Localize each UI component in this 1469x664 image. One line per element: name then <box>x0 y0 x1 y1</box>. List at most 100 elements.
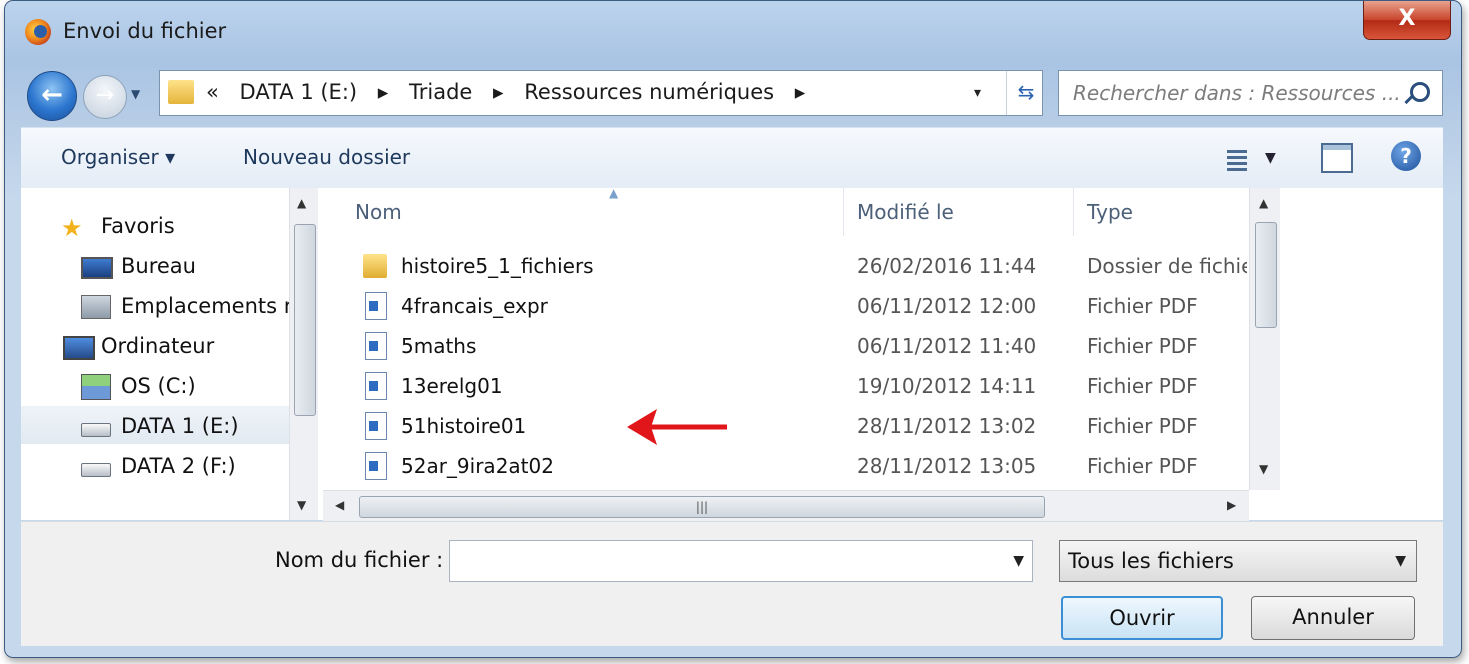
new-folder-button[interactable]: Nouveau dossier <box>243 145 410 169</box>
search-placeholder: Rechercher dans : Ressources ... <box>1073 81 1401 105</box>
scroll-right-arrow-icon[interactable]: ▶ <box>1227 498 1236 512</box>
column-header-label: Modifié le <box>857 200 954 224</box>
cancel-button[interactable]: Annuler <box>1251 596 1415 640</box>
document-icon <box>365 452 387 480</box>
column-header-label: Type <box>1087 200 1133 224</box>
address-dropdown[interactable]: ▾ <box>974 85 981 101</box>
search-icon[interactable] <box>1410 82 1430 102</box>
breadcrumb-triade[interactable]: Triade <box>409 80 472 104</box>
filetype-value: Tous les fichiers <box>1068 549 1234 573</box>
file-modified: 28/11/2012 13:02 <box>857 414 1037 438</box>
sidebar-scrollbar[interactable]: ▲ ▼ <box>289 188 318 520</box>
firefox-icon <box>25 19 51 45</box>
sidebar-item-data1[interactable]: DATA 1 (E:) <box>21 406 289 444</box>
sidebar-item-label: DATA 2 (F:) <box>121 454 236 478</box>
close-button[interactable]: X <box>1363 1 1451 40</box>
file-type: Fichier PDF <box>1087 334 1198 358</box>
sidebar-item-data2[interactable]: DATA 2 (F:) <box>21 446 289 484</box>
annotation-arrow-icon <box>627 409 727 445</box>
address-bar[interactable]: « DATA 1 (E:) ▸ Triade ▸ Ressources numé… <box>159 70 1043 116</box>
drive-icon <box>81 423 111 437</box>
file-row[interactable]: 5maths 06/11/2012 11:40 Fichier PDF <box>323 326 1249 366</box>
file-list-horizontal-scrollbar[interactable]: ◀ ||| ▶ <box>323 490 1249 521</box>
document-icon <box>365 412 387 440</box>
file-type: Fichier PDF <box>1087 454 1198 478</box>
sidebar-item-label: Ordinateur <box>101 334 215 358</box>
file-upload-dialog: Envoi du fichier X ← → ▼ « DATA 1 (E:) ▸… <box>4 0 1462 658</box>
command-toolbar: Organiser ▾ Nouveau dossier ▼ ? <box>21 127 1443 189</box>
file-modified: 06/11/2012 12:00 <box>857 294 1037 318</box>
desktop-icon <box>81 257 113 279</box>
file-row[interactable]: 4francais_expr 06/11/2012 12:00 Fichier … <box>323 286 1249 326</box>
breadcrumb-drive[interactable]: DATA 1 (E:) <box>240 80 358 104</box>
column-header-modified[interactable]: Modifié le <box>843 188 1074 236</box>
search-box[interactable]: Rechercher dans : Ressources ... <box>1058 70 1443 116</box>
file-type: Fichier PDF <box>1087 294 1198 318</box>
column-header-name[interactable]: Nom ▲ <box>341 188 844 236</box>
folder-icon <box>168 80 194 104</box>
sidebar-item-label: DATA 1 (E:) <box>121 414 239 438</box>
file-row[interactable]: 51histoire01 28/11/2012 13:02 Fichier PD… <box>323 406 1249 446</box>
file-modified: 06/11/2012 11:40 <box>857 334 1037 358</box>
organize-button[interactable]: Organiser ▾ <box>61 145 175 169</box>
title-bar[interactable]: Envoi du fichier X <box>5 1 1461 63</box>
breadcrumb-overflow[interactable]: « <box>206 80 219 104</box>
network-locations-icon <box>81 295 111 319</box>
sidebar-scroll-thumb[interactable] <box>294 224 316 416</box>
file-name: 13erelg01 <box>401 374 503 398</box>
column-header-label: Nom <box>355 200 402 224</box>
sidebar-item-os-c[interactable]: OS (C:) <box>21 366 289 404</box>
scroll-down-arrow-icon[interactable]: ▼ <box>297 498 306 512</box>
file-type: Fichier PDF <box>1087 414 1198 438</box>
chevron-down-icon: ▼ <box>1395 553 1406 569</box>
breadcrumb: « DATA 1 (E:) ▸ Triade ▸ Ressources numé… <box>206 80 819 104</box>
recent-pages-dropdown[interactable]: ▼ <box>131 87 140 101</box>
breadcrumb-separator[interactable]: ▸ <box>493 80 504 104</box>
file-name: 51histoire01 <box>401 414 527 438</box>
scroll-left-arrow-icon[interactable]: ◀ <box>335 498 344 512</box>
scroll-down-arrow-icon[interactable]: ▼ <box>1259 462 1268 476</box>
column-header-type[interactable]: Type <box>1073 188 1249 236</box>
sidebar-item-favoris[interactable]: ★ Favoris <box>21 206 289 244</box>
file-name: 52ar_9ira2at02 <box>401 454 554 478</box>
document-icon <box>365 332 387 360</box>
file-list: Nom ▲ Modifié le Type histoire5_1_fichie… <box>323 188 1249 490</box>
file-name: 5maths <box>401 334 477 358</box>
file-row[interactable]: 52ar_9ira2at02 28/11/2012 13:05 Fichier … <box>323 446 1249 486</box>
document-icon <box>365 372 387 400</box>
file-row[interactable]: histoire5_1_fichiers 26/02/2016 11:44 Do… <box>323 246 1249 286</box>
drive-icon <box>81 463 111 477</box>
breadcrumb-separator[interactable]: ▸ <box>378 80 389 104</box>
filename-dropdown[interactable]: ▼ <box>1013 553 1024 569</box>
file-modified: 28/11/2012 13:05 <box>857 454 1037 478</box>
navigation-pane: ★ Favoris Bureau Emplacements r Ordinate… <box>21 188 289 520</box>
sidebar-item-ordinateur[interactable]: Ordinateur <box>21 326 289 364</box>
views-icon[interactable] <box>1217 148 1247 171</box>
views-dropdown[interactable]: ▼ <box>1265 150 1276 166</box>
bottom-panel: Nom du fichier : ▼ Tous les fichiers ▼ O… <box>21 521 1443 646</box>
folder-icon <box>363 254 387 278</box>
file-row[interactable]: 13erelg01 19/10/2012 14:11 Fichier PDF <box>323 366 1249 406</box>
back-button[interactable]: ← <box>27 71 77 121</box>
help-icon[interactable]: ? <box>1391 141 1421 171</box>
scroll-up-arrow-icon[interactable]: ▲ <box>1259 196 1268 210</box>
sort-ascending-icon: ▲ <box>609 188 619 200</box>
horizontal-scroll-thumb[interactable]: ||| <box>359 496 1045 518</box>
forward-button[interactable]: → <box>83 75 127 119</box>
scroll-up-arrow-icon[interactable]: ▲ <box>297 196 306 210</box>
file-name: histoire5_1_fichiers <box>401 254 594 278</box>
sidebar-item-label: OS (C:) <box>121 374 196 398</box>
breadcrumb-ressources[interactable]: Ressources numériques <box>524 80 774 104</box>
open-button[interactable]: Ouvrir <box>1061 596 1223 640</box>
filename-input[interactable]: ▼ <box>449 540 1033 582</box>
filetype-select[interactable]: Tous les fichiers ▼ <box>1059 540 1417 582</box>
file-list-scroll-thumb[interactable] <box>1255 222 1277 328</box>
breadcrumb-separator[interactable]: ▸ <box>795 80 806 104</box>
computer-icon <box>63 336 95 360</box>
sidebar-item-bureau[interactable]: Bureau <box>21 246 289 284</box>
refresh-icon[interactable]: ⇆ <box>1006 71 1045 115</box>
star-icon: ★ <box>61 214 83 242</box>
sidebar-item-emplacements[interactable]: Emplacements r <box>21 286 289 324</box>
file-list-vertical-scrollbar[interactable]: ▲ ▼ <box>1249 188 1280 490</box>
preview-pane-icon[interactable] <box>1321 143 1353 173</box>
